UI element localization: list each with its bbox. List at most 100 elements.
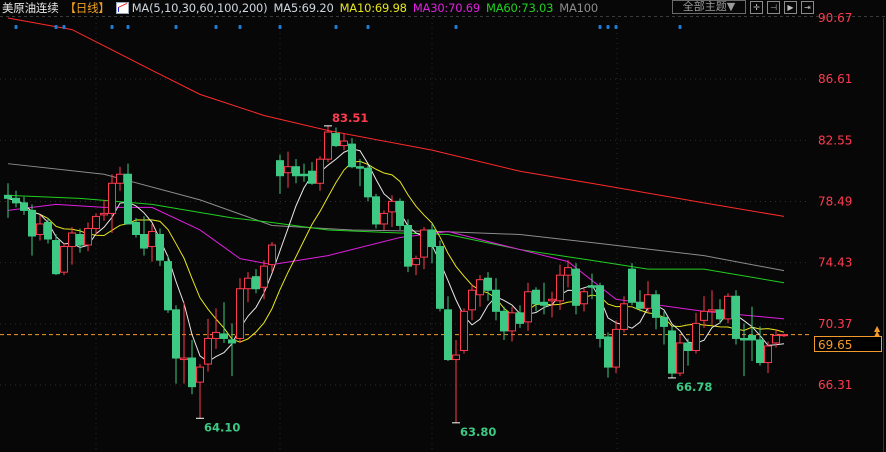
event-marker bbox=[678, 25, 682, 29]
candle-up bbox=[420, 226, 428, 270]
candle-body bbox=[28, 209, 36, 237]
event-marker bbox=[454, 25, 458, 29]
candle-body bbox=[164, 261, 172, 311]
candle-up bbox=[468, 284, 476, 321]
candle-up bbox=[556, 264, 564, 310]
candle-body bbox=[628, 268, 636, 303]
candlestick-chart[interactable]: 83.51 64.10 63.80 66.78 90.67 86.61 82.55 78.4… bbox=[0, 0, 886, 452]
scroll-to-end-icon[interactable]: ⇥ bbox=[801, 0, 814, 14]
candle-body bbox=[724, 295, 732, 320]
instrument-title: 美原油连续 bbox=[2, 1, 59, 15]
candle-body bbox=[452, 354, 460, 361]
candle-up bbox=[452, 339, 460, 423]
candle-body bbox=[732, 295, 740, 339]
event-marker bbox=[110, 25, 114, 29]
candle-down bbox=[364, 165, 372, 202]
candle-body bbox=[596, 285, 604, 339]
candle-body bbox=[492, 289, 500, 312]
candle-down bbox=[668, 326, 676, 378]
candle-body bbox=[508, 312, 516, 332]
chart-header: 美原油连续 【日线】 MA(5,10,30,60,100,200) MA5:69… bbox=[2, 0, 604, 16]
event-marker bbox=[278, 25, 282, 29]
candle-body bbox=[140, 233, 148, 249]
candle-down bbox=[436, 240, 444, 312]
event-markers bbox=[14, 25, 682, 29]
candle-down bbox=[52, 234, 60, 276]
candle-body bbox=[612, 328, 620, 368]
candle-up bbox=[700, 296, 708, 328]
candle-down bbox=[492, 278, 500, 321]
ma-params[interactable]: MA(5,10,30,60,100,200) bbox=[132, 1, 268, 15]
candle-down bbox=[628, 263, 636, 306]
candle-body bbox=[204, 337, 212, 365]
event-marker bbox=[598, 25, 602, 29]
event-marker bbox=[214, 25, 218, 29]
low-label: 64.10 bbox=[204, 420, 240, 434]
event-marker bbox=[62, 25, 66, 29]
play-forward-icon[interactable]: ▶ bbox=[784, 0, 797, 14]
current-price-box: 69.65 bbox=[814, 336, 882, 352]
candle-up bbox=[108, 174, 116, 233]
candle-body bbox=[92, 215, 100, 229]
fit-range-icon[interactable]: ⊣ bbox=[767, 0, 780, 14]
theme-dropdown-button[interactable]: 全部主题▼ bbox=[672, 0, 746, 14]
candle-down bbox=[540, 282, 548, 315]
candle-body bbox=[396, 200, 404, 226]
indicator-chart-icon[interactable] bbox=[115, 2, 129, 14]
period-label[interactable]: 【日线】 bbox=[65, 0, 110, 16]
candle-body bbox=[212, 331, 220, 339]
crosshair-icon[interactable]: ✛ bbox=[750, 0, 763, 14]
price-tick-label: 70.37 bbox=[818, 317, 852, 331]
candle-body bbox=[68, 232, 76, 248]
candle-body bbox=[356, 166, 364, 169]
candle-body bbox=[660, 316, 668, 327]
candle-down bbox=[732, 290, 740, 345]
candle-body bbox=[708, 309, 716, 312]
candle-up bbox=[724, 293, 732, 324]
candle-up bbox=[564, 260, 572, 288]
candle-down bbox=[20, 196, 28, 215]
candle-body bbox=[20, 202, 28, 211]
candle-down bbox=[444, 296, 452, 362]
candle-body bbox=[60, 246, 68, 273]
event-marker bbox=[614, 25, 618, 29]
candle-body bbox=[764, 345, 772, 364]
candle-down bbox=[44, 217, 52, 244]
candle-body bbox=[36, 223, 44, 235]
candle-body bbox=[748, 334, 756, 341]
candle-down bbox=[740, 323, 748, 377]
price-tick-label: 82.55 bbox=[818, 133, 852, 147]
candle-body bbox=[588, 285, 596, 288]
candle-body bbox=[676, 342, 684, 374]
candle-down bbox=[228, 323, 236, 377]
candle-up bbox=[476, 275, 484, 307]
candle-up bbox=[100, 199, 108, 221]
scroll-up-icon[interactable]: ▲ ▲ bbox=[874, 325, 880, 338]
candle-down bbox=[532, 287, 540, 312]
candle-body bbox=[524, 291, 532, 323]
ma60-value: MA60:73.03 bbox=[486, 1, 554, 15]
event-marker bbox=[606, 25, 610, 29]
candle-body bbox=[180, 357, 188, 361]
candle-body bbox=[188, 357, 196, 388]
candle-down bbox=[220, 302, 228, 343]
candle-body bbox=[252, 276, 260, 290]
candle-down bbox=[396, 198, 404, 230]
candle-body bbox=[12, 197, 20, 204]
candle-up bbox=[316, 156, 324, 191]
candle-up bbox=[780, 333, 788, 337]
high-label: 83.51 bbox=[332, 111, 368, 125]
candle-up bbox=[708, 290, 716, 325]
candle-body bbox=[340, 140, 348, 147]
candle-down bbox=[332, 127, 340, 148]
candle-down bbox=[516, 305, 524, 328]
candle-down bbox=[300, 163, 308, 182]
candle-body bbox=[780, 334, 788, 337]
candle-body bbox=[476, 279, 484, 296]
candle-body bbox=[348, 143, 356, 168]
low-label: 63.80 bbox=[460, 425, 496, 439]
candle-down bbox=[124, 163, 132, 225]
candle-body bbox=[284, 166, 292, 174]
candle-body bbox=[700, 310, 708, 321]
candle-body bbox=[228, 339, 236, 344]
